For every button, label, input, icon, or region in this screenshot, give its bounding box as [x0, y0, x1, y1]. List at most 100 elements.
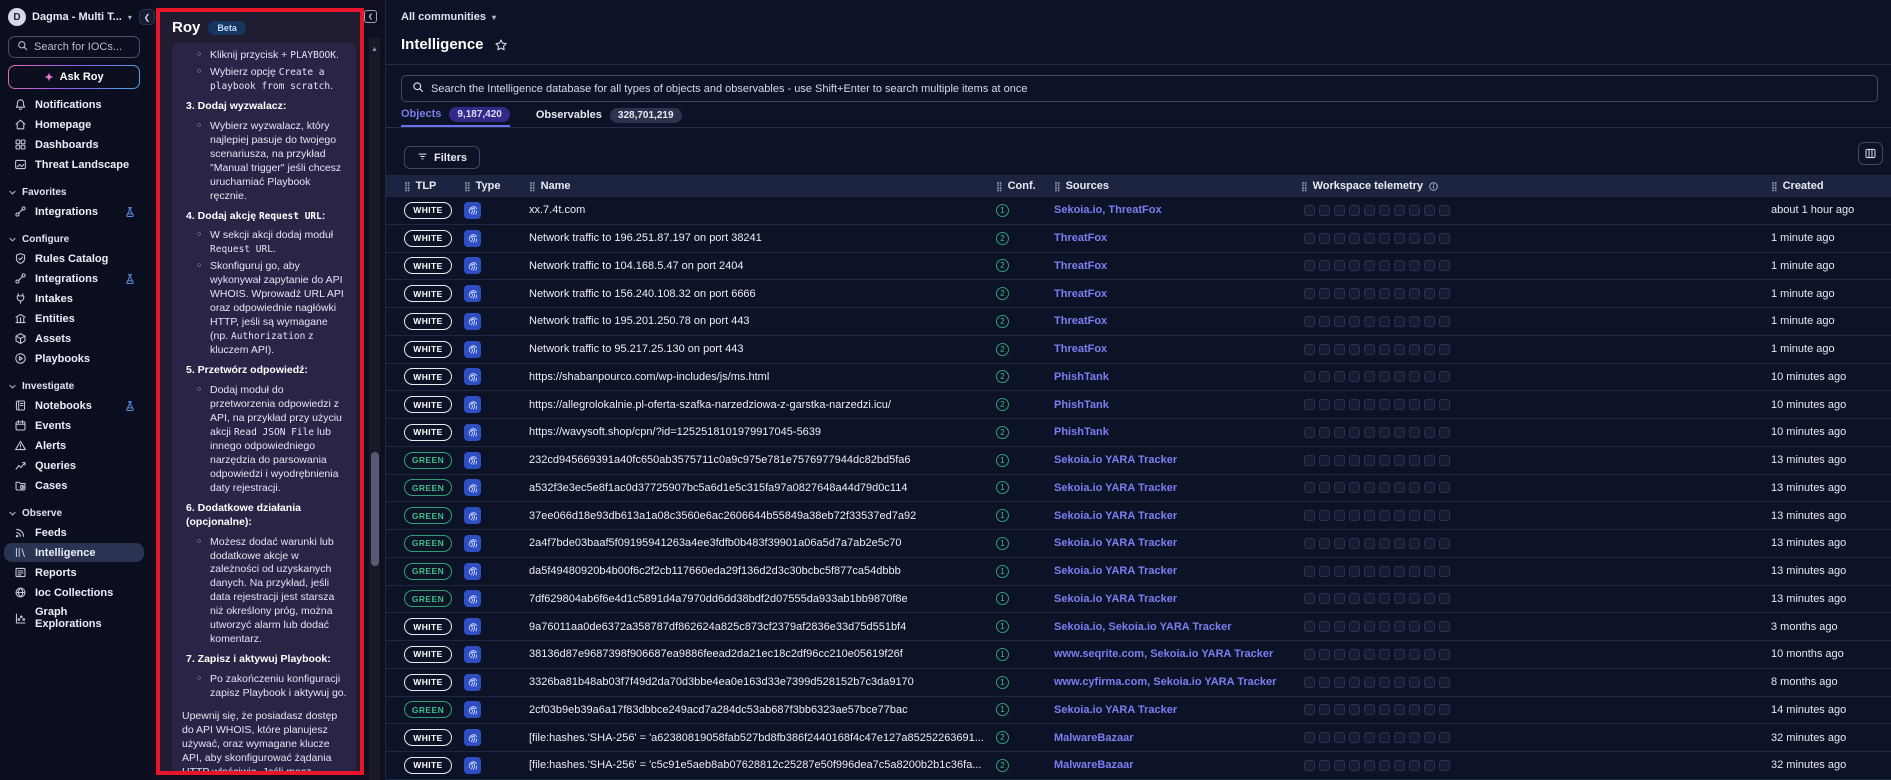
scroll-up-icon[interactable]: ▲	[369, 38, 380, 53]
drag-handle-icon[interactable]: ⣿	[1301, 181, 1308, 192]
workspace-switcher[interactable]: D Dagma - Multi T... ▾	[0, 0, 148, 30]
table-row[interactable]: GREEN da5f49480920b4b00f6c2f2cb117660eda…	[386, 558, 1891, 586]
sidebar-item-assets[interactable]: Assets	[4, 329, 144, 348]
source-link[interactable]: ThreatFox	[1054, 260, 1107, 272]
object-name[interactable]: xx.7.4t.com	[529, 204, 996, 216]
column-header-name[interactable]: ⣿Name	[529, 180, 996, 192]
table-row[interactable]: WHITE 3326ba81b48ab03f7f49d2da70d3bbe4ea…	[386, 669, 1891, 697]
object-name[interactable]: 7df629804ab6f6e4d1c5891d4a7970dd6dd38bdf…	[529, 593, 996, 605]
object-name[interactable]: https://allegrolokalnie.pl-oferta-szafka…	[529, 399, 996, 411]
sidebar-item-playbooks[interactable]: Playbooks	[4, 349, 144, 368]
source-link[interactable]: ThreatFox	[1054, 232, 1107, 244]
table-row[interactable]: GREEN 2a4f7bde03baaf5f09195941263a4ee3fd…	[386, 530, 1891, 558]
source-link[interactable]: PhishTank	[1054, 426, 1109, 438]
sidebar-item-notebooks[interactable]: Notebooks	[4, 396, 144, 415]
star-favorite-icon[interactable]	[494, 38, 508, 52]
drag-handle-icon[interactable]: ⣿	[1771, 181, 1778, 192]
intelligence-search-input[interactable]: Search the Intelligence database for all…	[401, 75, 1878, 102]
source-link[interactable]: Sekoia.io YARA Tracker	[1108, 621, 1231, 633]
ask-roy-button[interactable]: ✦ Ask Roy	[8, 65, 140, 89]
source-link[interactable]: ThreatFox	[1054, 315, 1107, 327]
drag-handle-icon[interactable]: ⣿	[529, 181, 536, 192]
object-name[interactable]: 37ee066d18e93db613a1a08c3560e6ac2606644b…	[529, 510, 996, 522]
object-name[interactable]: Network traffic to 196.251.87.197 on por…	[529, 232, 996, 244]
source-link[interactable]: www.seqrite.com	[1054, 648, 1144, 660]
object-name[interactable]: [file:hashes.'SHA-256' = 'c5c91e5aeb8ab0…	[529, 759, 996, 771]
source-link[interactable]: www.cyfirma.com	[1054, 676, 1147, 688]
drag-handle-icon[interactable]: ⣿	[404, 181, 411, 192]
object-name[interactable]: Network traffic to 104.168.5.47 on port …	[529, 260, 996, 272]
panel-collapse-icon[interactable]: ❮	[364, 10, 377, 23]
source-link[interactable]: Sekoia.io YARA Tracker	[1054, 510, 1177, 522]
object-name[interactable]: 2a4f7bde03baaf5f09195941263a4ee3fdfb0b48…	[529, 537, 996, 549]
source-link[interactable]: PhishTank	[1054, 371, 1109, 383]
table-row[interactable]: WHITE 38136d87e9687398f906687ea9886feead…	[386, 641, 1891, 669]
table-row[interactable]: GREEN 37ee066d18e93db613a1a08c3560e6ac26…	[386, 502, 1891, 530]
source-link[interactable]: Sekoia.io YARA Tracker	[1054, 537, 1177, 549]
table-row[interactable]: WHITE [file:hashes.'SHA-256' = 'c5c91e5a…	[386, 752, 1891, 780]
table-row[interactable]: WHITE Network traffic to 156.240.108.32 …	[386, 280, 1891, 308]
column-header-tlp[interactable]: ⣿TLP	[404, 180, 464, 192]
sidebar-item-reports[interactable]: Reports	[4, 563, 144, 582]
source-link[interactable]: Sekoia.io YARA Tracker	[1054, 454, 1177, 466]
object-name[interactable]: 3326ba81b48ab03f7f49d2da70d3bbe4ea0e163d…	[529, 676, 996, 688]
info-icon[interactable]	[1428, 181, 1439, 192]
source-link[interactable]: MalwareBazaar	[1054, 759, 1134, 771]
source-link[interactable]: Sekoia.io YARA Tracker	[1054, 482, 1177, 494]
source-link[interactable]: PhishTank	[1054, 399, 1109, 411]
tab-objects[interactable]: Objects9,187,420	[401, 106, 510, 127]
object-name[interactable]: [file:hashes.'SHA-256' = 'a62380819058fa…	[529, 732, 996, 744]
table-row[interactable]: WHITE https://wavysoft.shop/cpn/?id=1252…	[386, 419, 1891, 447]
sidebar-item-homepage[interactable]: Homepage	[4, 115, 144, 134]
sidebar-section-favorites[interactable]: Favorites	[0, 175, 148, 201]
column-header-sources[interactable]: ⣿Sources	[1054, 180, 1301, 192]
table-row[interactable]: WHITE xx.7.4t.com 1 Sekoia.io, ThreatFox…	[386, 197, 1891, 225]
source-link[interactable]: Sekoia.io YARA Tracker	[1054, 565, 1177, 577]
source-link[interactable]: MalwareBazaar	[1054, 732, 1134, 744]
object-name[interactable]: 38136d87e9687398f906687ea9886feead2da21e…	[529, 648, 996, 660]
sidebar-item-notifications[interactable]: Notifications	[4, 95, 144, 114]
sidebar-item-intelligence[interactable]: Intelligence	[4, 543, 144, 562]
sidebar-item-cases[interactable]: Cases	[4, 476, 144, 495]
sidebar-item-intakes[interactable]: Intakes	[4, 289, 144, 308]
object-name[interactable]: 232cd945669391a40fc650ab3575711c0a9c975e…	[529, 454, 996, 466]
sidebar-item-entities[interactable]: Entities	[4, 309, 144, 328]
sidebar-item-rules-catalog[interactable]: Rules Catalog	[4, 249, 144, 268]
source-link[interactable]: Sekoia.io	[1054, 621, 1102, 633]
table-row[interactable]: WHITE 9a76011aa0de6372a358787df862624a82…	[386, 613, 1891, 641]
scrollbar-thumb[interactable]	[371, 452, 379, 566]
sidebar-item-threat-landscape[interactable]: Threat Landscape	[4, 155, 144, 174]
object-name[interactable]: a532f3e3ec5e8f1ac0d37725907bc5a6d1e5c315…	[529, 482, 996, 494]
table-row[interactable]: WHITE Network traffic to 95.217.25.130 o…	[386, 336, 1891, 364]
table-row[interactable]: GREEN a532f3e3ec5e8f1ac0d37725907bc5a6d1…	[386, 475, 1891, 503]
sidebar-item-queries[interactable]: Queries	[4, 456, 144, 475]
sidebar-item-alerts[interactable]: Alerts	[4, 436, 144, 455]
sidebar-item-feeds[interactable]: Feeds	[4, 523, 144, 542]
column-header-telemetry[interactable]: ⣿Workspace telemetry	[1301, 180, 1771, 192]
drag-handle-icon[interactable]: ⣿	[464, 181, 471, 192]
table-row[interactable]: WHITE [file:hashes.'SHA-256' = 'a6238081…	[386, 724, 1891, 752]
object-name[interactable]: 2cf03b9eb39a6a17f83dbbce249acd7a284dc53a…	[529, 704, 996, 716]
sidebar-section-configure[interactable]: Configure	[0, 222, 148, 248]
communities-dropdown[interactable]: All communities ▾	[401, 11, 496, 23]
column-header-created[interactable]: ⣿Created	[1771, 180, 1891, 192]
source-link[interactable]: Sekoia.io YARA Tracker	[1150, 648, 1273, 660]
table-row[interactable]: WHITE https://allegrolokalnie.pl-oferta-…	[386, 391, 1891, 419]
object-name[interactable]: https://wavysoft.shop/cpn/?id=1252518101…	[529, 426, 996, 438]
tab-observables[interactable]: Observables328,701,219	[536, 106, 682, 127]
table-row[interactable]: GREEN 7df629804ab6f6e4d1c5891d4a7970dd6d…	[386, 586, 1891, 614]
drag-handle-icon[interactable]: ⣿	[996, 181, 1003, 192]
object-name[interactable]: https://shabanpourco.com/wp-includes/js/…	[529, 371, 996, 383]
table-row[interactable]: WHITE Network traffic to 104.168.5.47 on…	[386, 253, 1891, 281]
source-link[interactable]: ThreatFox	[1108, 204, 1161, 216]
sidebar-item-integrations[interactable]: Integrations	[4, 202, 144, 221]
sidebar-item-ioc-collections[interactable]: Ioc Collections	[4, 583, 144, 602]
table-row[interactable]: GREEN 232cd945669391a40fc650ab3575711c0a…	[386, 447, 1891, 475]
sidebar-section-observe[interactable]: Observe	[0, 496, 148, 522]
sidebar-item-events[interactable]: Events	[4, 416, 144, 435]
table-row[interactable]: WHITE Network traffic to 195.201.250.78 …	[386, 308, 1891, 336]
object-name[interactable]: Network traffic to 195.201.250.78 on por…	[529, 315, 996, 327]
object-name[interactable]: da5f49480920b4b00f6c2f2cb117660eda29f136…	[529, 565, 996, 577]
columns-settings-button[interactable]	[1858, 142, 1883, 165]
sidebar-item-integrations[interactable]: Integrations	[4, 269, 144, 288]
